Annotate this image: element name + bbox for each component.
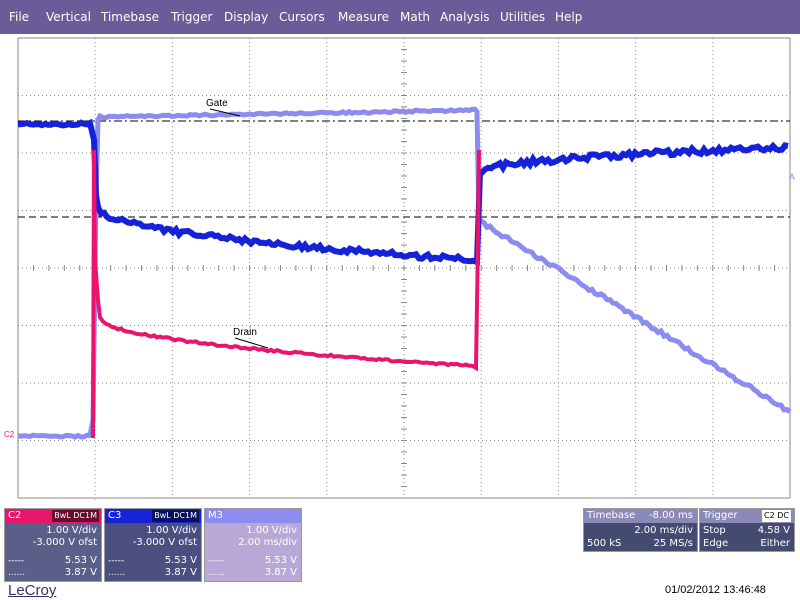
trigger-type: Either	[760, 538, 790, 550]
menu-vertical[interactable]: Vertical	[46, 9, 91, 25]
trigger-header: Trigger C2 DC	[700, 509, 794, 523]
math-m3-meas1: 5.53 V	[265, 555, 297, 567]
channel-c3-dash1: -----	[108, 555, 124, 567]
trigger-label: Trigger	[703, 510, 738, 522]
c2-trace	[93, 150, 479, 438]
menu-analysis[interactable]: Analysis	[440, 9, 489, 25]
math-m3-body: 1.00 V/div 2.00 ms/div ----- 5.53 V ....…	[205, 523, 301, 581]
channel-c3-meas2: 3.87 V	[165, 567, 197, 579]
math-m3-vdiv: 1.00 V/div	[246, 525, 297, 537]
timebase-samples: 500 kS	[587, 538, 621, 550]
menu-measure[interactable]: Measure	[338, 9, 389, 25]
channel-c3-panel[interactable]: C3 BwL DC1M 1.00 V/div -3.000 V ofst ---…	[104, 508, 202, 582]
graticule	[18, 38, 790, 498]
timestamp: 01/02/2012 13:46:48	[665, 584, 766, 596]
channel-c2-name: C2	[8, 510, 21, 521]
c3-trace	[18, 123, 788, 262]
trigger-time-marker[interactable]	[91, 499, 99, 500]
brand-logo: LeCroy	[8, 582, 56, 599]
drain-label: Drain	[233, 327, 257, 338]
trigger-slope: Edge	[703, 538, 728, 550]
channel-c3-vdiv: 1.00 V/div	[146, 525, 197, 537]
timebase-panel[interactable]: Timebase -8.00 ms 2.00 ms/div 500 kS 25 …	[583, 508, 698, 552]
channel-c3-name: C3	[108, 510, 121, 521]
channel-c3-offset: -3.000 V ofst	[133, 537, 197, 549]
math-m3-name: M3	[208, 510, 223, 521]
timebase-header: Timebase -8.00 ms	[584, 509, 697, 523]
channel-c2-meas1: 5.53 V	[65, 555, 97, 567]
menu-cursors[interactable]: Cursors	[279, 9, 325, 25]
trigger-body: Stop 4.58 V Edge Either	[700, 523, 794, 551]
timebase-rate: 25 MS/s	[654, 538, 693, 550]
timebase-body: 2.00 ms/div 500 kS 25 MS/s	[584, 523, 697, 551]
channel-c3-dash2: ......	[108, 567, 125, 579]
gate-label: Gate	[206, 98, 228, 109]
channel-c3-meas1: 5.53 V	[165, 555, 197, 567]
trigger-panel[interactable]: Trigger C2 DC Stop 4.58 V Edge Either	[699, 508, 795, 552]
timebase-tdiv: 2.00 ms/div	[634, 525, 693, 537]
math-m3-dash2: ......	[208, 567, 225, 579]
channel-c3-body: 1.00 V/div -3.000 V ofst ----- 5.53 V ..…	[105, 523, 201, 581]
menu-trigger[interactable]: Trigger	[171, 9, 212, 25]
channel-c2-dash1: -----	[8, 555, 24, 567]
math-m3-tdiv: 2.00 ms/div	[238, 537, 297, 549]
menu-utilities[interactable]: Utilities	[500, 9, 545, 25]
channel-c2-vdiv: 1.00 V/div	[46, 525, 97, 537]
menu-timebase[interactable]: Timebase	[101, 9, 159, 25]
channel-c2-meas2: 3.87 V	[65, 567, 97, 579]
math-m3-header: M3	[205, 509, 301, 523]
menu-math[interactable]: Math	[400, 9, 430, 25]
channel-c3-header: C3 BwL DC1M	[105, 509, 201, 523]
waveform-display[interactable]: Gate Drain C2 A	[0, 34, 800, 500]
trigger-badge: C2 DC	[762, 510, 791, 522]
c2-ground-marker[interactable]: C2	[4, 430, 15, 439]
channel-c2-header: C2 BwL DC1M	[5, 509, 101, 523]
math-m3-dash1: -----	[208, 555, 224, 567]
channel-c2-body: 1.00 V/div -3.000 V ofst ----- 5.53 V ..…	[5, 523, 101, 581]
channel-c3-badge: BwL DC1M	[152, 510, 199, 522]
menu-display[interactable]: Display	[224, 9, 268, 25]
channel-c2-panel[interactable]: C2 BwL DC1M 1.00 V/div -3.000 V ofst ---…	[4, 508, 102, 582]
m3-marker[interactable]: A	[789, 172, 795, 182]
channel-c2-badge: BwL DC1M	[52, 510, 99, 522]
trigger-level: 4.58 V	[758, 525, 790, 537]
channel-c2-offset: -3.000 V ofst	[33, 537, 97, 549]
channel-c2-dash2: ......	[8, 567, 25, 579]
menu-help[interactable]: Help	[555, 9, 582, 25]
timebase-label: Timebase	[587, 510, 635, 522]
timebase-delay: -8.00 ms	[649, 510, 693, 522]
math-m3-meas2: 3.87 V	[265, 567, 297, 579]
menu-file[interactable]: File	[9, 9, 29, 25]
trigger-mode: Stop	[703, 525, 726, 537]
menu-bar: File Vertical Timebase Trigger Display C…	[0, 0, 800, 34]
math-m3-panel[interactable]: M3 1.00 V/div 2.00 ms/div ----- 5.53 V .…	[204, 508, 302, 582]
